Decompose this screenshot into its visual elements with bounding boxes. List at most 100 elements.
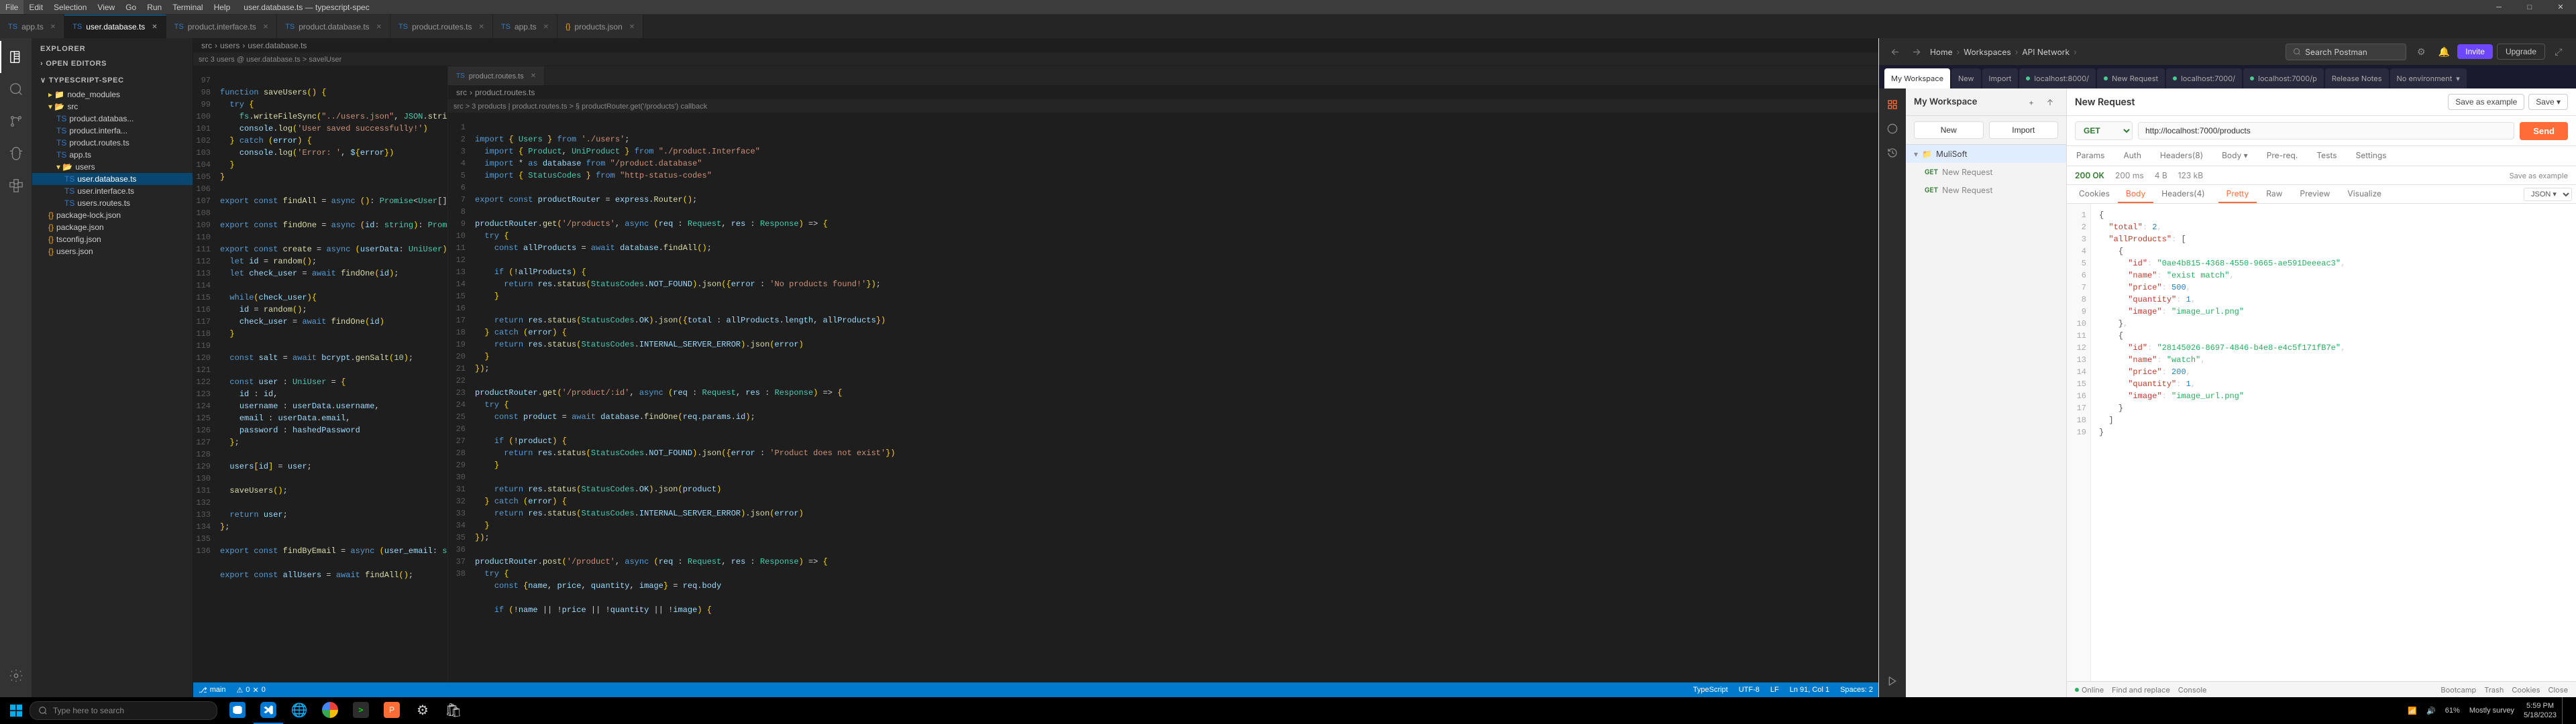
tab-close-icon[interactable]: ✕: [543, 23, 549, 31]
history-icon[interactable]: [1882, 142, 1903, 164]
menu-terminal[interactable]: Terminal: [167, 0, 208, 14]
resp-tab-body[interactable]: Body: [2118, 185, 2153, 203]
online-status[interactable]: Online: [2075, 685, 2104, 695]
sidebar-item-users-folder[interactable]: ▾ 📂 users: [32, 161, 193, 173]
tab-close-icon[interactable]: ✕: [152, 23, 157, 31]
language-status[interactable]: TypeScript: [1688, 686, 1733, 694]
taskbar-network[interactable]: 📶: [2404, 697, 2421, 724]
activity-git[interactable]: [0, 105, 32, 137]
tab-close-icon[interactable]: ✕: [263, 23, 268, 31]
code-editor-left[interactable]: 979899100101 102103104105106 10710810911…: [193, 66, 447, 682]
breadcrumb-src[interactable]: src: [456, 88, 467, 97]
sidebar-item-src[interactable]: ▾ 📂 src: [32, 101, 193, 113]
git-branch-status[interactable]: ⎇ main: [193, 682, 231, 697]
console-btn[interactable]: Console: [2178, 685, 2207, 695]
resp-view-preview[interactable]: Preview: [2292, 185, 2338, 203]
sidebar-item-node-modules[interactable]: ▸ 📁 node_modules: [32, 88, 193, 101]
tab-product-routes[interactable]: TS product.routes.ts ✕: [390, 15, 493, 38]
menu-file[interactable]: File: [0, 0, 23, 14]
settings-icon-btn[interactable]: ⚙: [2412, 42, 2430, 61]
url-input[interactable]: [2138, 122, 2514, 139]
invite-button[interactable]: Invite: [2457, 44, 2493, 59]
taskbar-survey[interactable]: Mostly survey: [2465, 697, 2518, 724]
taskbar-app-explorer[interactable]: [223, 697, 252, 724]
new-workspace-button[interactable]: New: [1914, 121, 1984, 139]
sidebar-item-user-interface[interactable]: TS user.interface.ts: [32, 185, 193, 197]
resp-tab-cookies[interactable]: Cookies: [2071, 185, 2118, 203]
tab-close-icon[interactable]: ✕: [629, 23, 635, 31]
error-count-status[interactable]: ⚠ 0 ✕ 0: [231, 682, 271, 697]
expand-icon-btn[interactable]: ⤢: [2549, 42, 2568, 61]
taskbar-app-settings[interactable]: ⚙: [408, 697, 437, 724]
postman-tab-my-workspace[interactable]: My Workspace: [1884, 68, 1950, 88]
tab-product-routes-2[interactable]: TS product.routes.ts ✕: [448, 66, 545, 85]
breadcrumb-file[interactable]: user.database.ts: [248, 41, 307, 50]
code-text-right[interactable]: import { Users } from './users'; import …: [472, 119, 1878, 677]
activity-extensions[interactable]: [0, 170, 32, 202]
tab-close-icon[interactable]: ✕: [50, 23, 56, 31]
sidebar-item-users-routes[interactable]: TS users.routes.ts: [32, 197, 193, 209]
collections-icon[interactable]: [1882, 94, 1903, 115]
menu-run[interactable]: Run: [142, 0, 167, 14]
breadcrumb-api-network[interactable]: API Network: [2022, 47, 2070, 57]
new-request-item-1[interactable]: GET New Request: [1906, 163, 2066, 181]
save-dropdown-button[interactable]: Save ▾: [2528, 94, 2568, 110]
taskbar-app-terminal[interactable]: >: [346, 697, 376, 724]
postman-tab-new[interactable]: New: [1951, 68, 1981, 88]
req-tab-settings[interactable]: Settings: [2347, 146, 2396, 166]
json-response-body[interactable]: 1 2 3 4 5 6 7 8 9 10 11 12 13: [2067, 204, 2576, 681]
tab-product-database[interactable]: TS product.database.ts ✕: [277, 15, 390, 38]
menu-edit[interactable]: Edit: [23, 0, 48, 14]
activity-search[interactable]: [0, 73, 32, 105]
activity-debug[interactable]: [0, 137, 32, 170]
postman-tab-import[interactable]: Import: [1982, 68, 2019, 88]
postman-tab-localhost-7000-p[interactable]: localhost:7000/p: [2243, 68, 2324, 88]
postman-tab-no-environment[interactable]: No environment ▾: [2390, 68, 2467, 88]
find-replace-btn[interactable]: Find and replace: [2112, 685, 2170, 695]
postman-back-button[interactable]: ←: [1887, 44, 1903, 60]
breadcrumb-src[interactable]: src: [201, 41, 212, 50]
cookies-btn[interactable]: Cookies: [2512, 685, 2540, 695]
taskbar-app-chrome[interactable]: [315, 697, 345, 724]
postman-tab-localhost-8000[interactable]: localhost:8000/: [2019, 68, 2096, 88]
new-request-item-2[interactable]: GET New Request: [1906, 181, 2066, 199]
taskbar-app-store[interactable]: 🛍: [439, 697, 468, 724]
req-tab-tests[interactable]: Tests: [2307, 146, 2346, 166]
resp-tab-headers[interactable]: Headers(4): [2153, 185, 2212, 203]
req-tab-body[interactable]: Body ▾: [2212, 146, 2257, 166]
tab-app-ts-1[interactable]: TS app.ts ✕: [0, 15, 64, 38]
activity-explorer[interactable]: [0, 41, 32, 73]
json-content[interactable]: { "total": 2, "allProducts": [ { "id": "…: [2091, 204, 2576, 681]
eol-status[interactable]: LF: [1765, 686, 1784, 694]
taskbar-app-edge[interactable]: 🌐: [284, 697, 314, 724]
json-format-dropdown[interactable]: JSON ▾ XML HTML: [2524, 188, 2572, 201]
tab-products-json[interactable]: {} products.json ✕: [557, 15, 643, 38]
send-button[interactable]: Send: [2520, 122, 2568, 140]
menu-view[interactable]: View: [92, 0, 120, 14]
req-tab-headers[interactable]: Headers(8): [2151, 146, 2212, 166]
resp-view-pretty[interactable]: Pretty: [2218, 185, 2257, 203]
postman-tab-release-notes[interactable]: Release Notes: [2325, 68, 2389, 88]
sidebar-item-user-database[interactable]: TS user.database.ts: [32, 173, 193, 185]
sidebar-item-product-routes[interactable]: TS product.routes.ts: [32, 137, 193, 149]
start-button[interactable]: [3, 697, 30, 724]
tab-app-ts-2[interactable]: TS app.ts ✕: [493, 15, 557, 38]
menu-help[interactable]: Help: [209, 0, 236, 14]
save-button[interactable]: Save as example: [2448, 94, 2524, 110]
notification-icon-btn[interactable]: 🔔: [2434, 42, 2453, 61]
sidebar-item-package-json[interactable]: {} package.json: [32, 221, 193, 233]
postman-search-bar[interactable]: Search Postman: [2286, 44, 2406, 60]
tab-close-icon[interactable]: ✕: [376, 23, 382, 31]
sidebar-item-tsconfig[interactable]: {} tsconfig.json: [32, 233, 193, 245]
tab-close-icon[interactable]: ✕: [531, 72, 536, 80]
indent-status[interactable]: Spaces: 2: [1835, 686, 1878, 694]
minimize-button[interactable]: ─: [2483, 0, 2514, 15]
close-button[interactable]: ✕: [2545, 0, 2576, 15]
postman-tab-new-request-1[interactable]: New Request: [2097, 68, 2165, 88]
taskbar-volume[interactable]: 🔊: [2422, 697, 2440, 724]
collection-mulisoft[interactable]: ▾ 📁 MuliSoft: [1906, 145, 2066, 163]
code-editor-right[interactable]: 12345 678910 1112131415 1617181920 21222…: [448, 113, 1878, 682]
open-editors-section[interactable]: › OPEN EDITORS: [32, 56, 193, 72]
req-tab-prereq[interactable]: Pre-req.: [2257, 146, 2308, 166]
trash-btn[interactable]: Trash: [2484, 685, 2504, 695]
